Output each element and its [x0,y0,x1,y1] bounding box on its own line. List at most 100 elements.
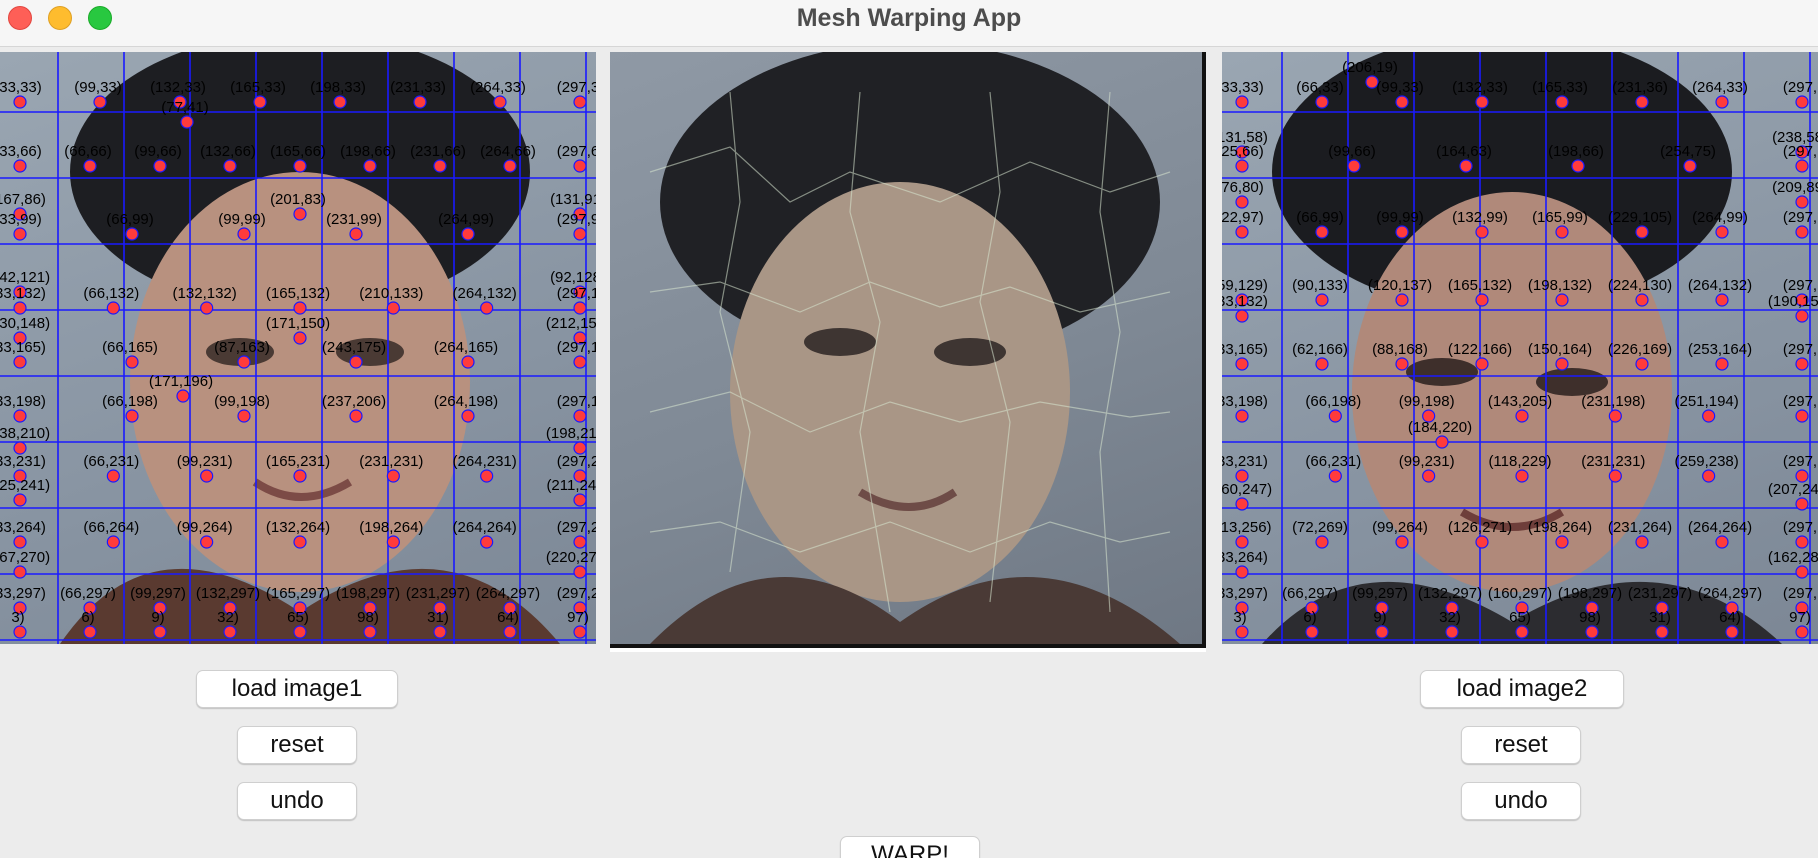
control-point[interactable] [1305,625,1319,639]
control-point[interactable] [349,355,363,369]
source-mesh-overlay[interactable]: (33,33) (99,33) (132,33) (165,33) (198,33) (2… [0,52,596,644]
control-point[interactable] [293,625,307,639]
control-point[interactable] [480,301,494,315]
control-point[interactable] [1655,625,1669,639]
control-point[interactable] [1715,293,1729,307]
control-point[interactable] [153,625,167,639]
control-point[interactable] [573,493,587,507]
control-point[interactable] [1702,409,1716,423]
reset-left-button[interactable]: reset [237,726,357,764]
control-point[interactable] [386,535,400,549]
control-point[interactable] [1315,225,1329,239]
control-point[interactable] [1475,95,1489,109]
control-point[interactable] [1315,357,1329,371]
control-point[interactable] [573,535,587,549]
undo-right-button[interactable]: undo [1461,782,1581,820]
control-point[interactable] [433,159,447,173]
control-point[interactable] [573,95,587,109]
control-point[interactable] [1435,435,1449,449]
control-point[interactable] [93,95,107,109]
control-point[interactable] [1795,625,1809,639]
control-point[interactable] [1235,565,1249,579]
control-point[interactable] [1422,469,1436,483]
control-point[interactable] [106,301,120,315]
control-point[interactable] [253,95,267,109]
control-point[interactable] [125,227,139,241]
control-point[interactable] [573,625,587,639]
control-point[interactable] [13,565,27,579]
control-point[interactable] [293,207,307,221]
control-point[interactable] [13,535,27,549]
control-point[interactable] [363,625,377,639]
control-point[interactable] [83,159,97,173]
control-point[interactable] [1395,357,1409,371]
control-point[interactable] [106,535,120,549]
control-point[interactable] [1328,409,1342,423]
control-point[interactable] [13,355,27,369]
control-point[interactable] [1445,625,1459,639]
control-point[interactable] [573,159,587,173]
control-point[interactable] [1635,225,1649,239]
control-point[interactable] [1347,159,1361,173]
control-point[interactable] [1795,535,1809,549]
destination-image-mesh-panel[interactable]: (206,19) (33,33) (66,33) (99,33) (132,33) (16… [1222,52,1818,644]
control-point[interactable] [293,331,307,345]
control-point[interactable] [1395,95,1409,109]
control-point[interactable] [1315,293,1329,307]
control-point[interactable] [349,227,363,241]
reset-right-button[interactable]: reset [1461,726,1581,764]
control-point[interactable] [1235,625,1249,639]
control-point[interactable] [573,227,587,241]
control-point[interactable] [1375,625,1389,639]
control-point[interactable] [1608,469,1622,483]
control-point[interactable] [237,355,251,369]
control-point[interactable] [1235,357,1249,371]
load-image2-button[interactable]: load image2 [1420,670,1624,708]
control-point[interactable] [180,115,194,129]
control-point[interactable] [349,409,363,423]
control-point[interactable] [13,95,27,109]
control-point[interactable] [1635,535,1649,549]
control-point[interactable] [1635,357,1649,371]
control-point[interactable] [1475,357,1489,371]
control-point[interactable] [1315,535,1329,549]
control-point[interactable] [293,159,307,173]
control-point[interactable] [1795,225,1809,239]
control-point[interactable] [1395,293,1409,307]
control-point[interactable] [1235,497,1249,511]
control-point[interactable] [1715,95,1729,109]
control-point[interactable] [573,409,587,423]
control-point[interactable] [223,159,237,173]
warp-button[interactable]: WARP! [840,836,980,858]
control-point[interactable] [1555,535,1569,549]
control-point[interactable] [1795,357,1809,371]
control-point[interactable] [1725,625,1739,639]
control-point[interactable] [493,95,507,109]
control-point[interactable] [1395,225,1409,239]
control-point[interactable] [293,535,307,549]
control-point[interactable] [1555,225,1569,239]
control-point[interactable] [433,625,447,639]
control-point[interactable] [461,227,475,241]
control-point[interactable] [237,409,251,423]
control-point[interactable] [1795,159,1809,173]
control-point[interactable] [480,535,494,549]
control-point[interactable] [573,301,587,315]
control-point[interactable] [125,409,139,423]
control-point[interactable] [125,355,139,369]
control-point[interactable] [1235,409,1249,423]
control-point[interactable] [200,469,214,483]
control-point[interactable] [1715,357,1729,371]
control-point[interactable] [1395,535,1409,549]
control-point[interactable] [480,469,494,483]
destination-mesh-overlay[interactable]: (206,19) (33,33) (66,33) (99,33) (132,33) (16… [1222,52,1818,644]
control-point[interactable] [1235,535,1249,549]
control-point[interactable] [1555,95,1569,109]
load-image1-button[interactable]: load image1 [196,670,398,708]
control-point[interactable] [386,469,400,483]
control-point[interactable] [1702,469,1716,483]
control-point[interactable] [13,625,27,639]
control-point[interactable] [153,159,167,173]
control-point[interactable] [200,535,214,549]
control-point[interactable] [293,301,307,315]
